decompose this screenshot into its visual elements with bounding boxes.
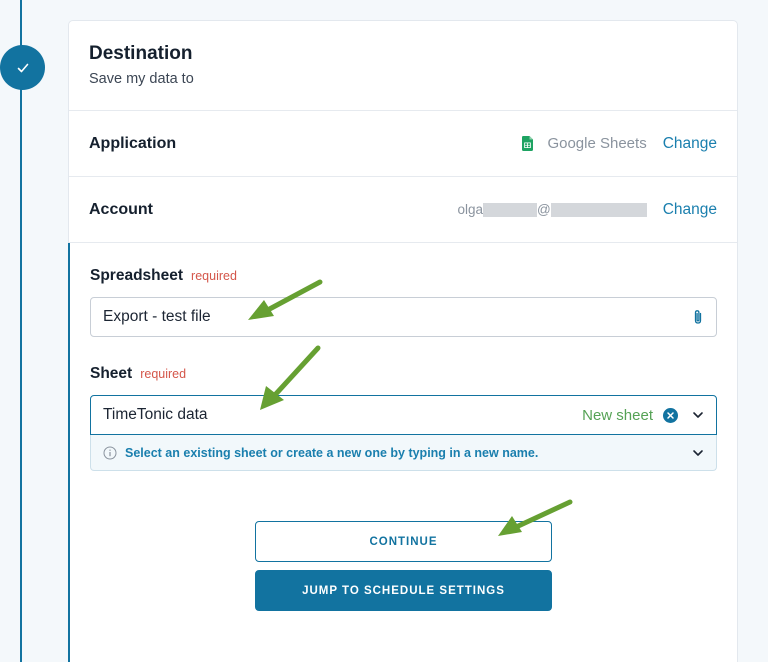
chevron-down-icon[interactable] [692,411,704,419]
redacted-block [550,202,647,217]
annotation-arrow-icon [248,279,323,320]
clear-icon[interactable] [663,407,678,423]
sheet-field-label: Sheet required [90,365,717,383]
account-email-at: @ [536,202,551,217]
account-email-prefix: olga [457,202,483,217]
spreadsheet-label: Spreadsheet [90,267,184,284]
application-name: Google Sheets [547,135,647,152]
paperclip-icon[interactable] [692,309,704,325]
change-account-link[interactable]: Change [663,201,717,219]
account-label: Account [89,200,153,218]
sheet-hint[interactable]: Select an existing sheet or create a new… [90,435,717,471]
sheet-hint-text: Select an existing sheet or create a new… [125,445,539,460]
step-complete-indicator [0,45,45,90]
account-email: olga @ [457,202,647,217]
new-sheet-tag: New sheet [582,406,653,424]
redacted-block [482,202,537,217]
spreadsheet-value: Export - test file [103,308,211,325]
change-application-link[interactable]: Change [663,135,717,153]
sheet-value: TimeTonic data [103,406,208,423]
active-section-indicator [68,243,70,662]
sheet-select[interactable]: TimeTonic data New sheet [90,395,717,435]
sheet-required-label: required [140,367,187,381]
destination-card: Destination Save my data to Application … [68,20,738,662]
timeline-line [20,0,22,662]
spreadsheet-input[interactable]: Export - test file [90,297,717,337]
annotation-arrow-icon [498,499,573,536]
check-icon [17,63,28,72]
application-row: Application Google Sheets Change [69,111,737,177]
jump-to-schedule-button[interactable]: JUMP TO SCHEDULE SETTINGS [255,570,552,611]
info-icon [103,446,117,459]
spreadsheet-required-label: required [191,269,237,283]
card-header: Destination Save my data to [69,21,737,111]
application-label: Application [89,134,177,152]
chevron-down-icon[interactable] [692,449,704,457]
annotation-arrow-icon [260,345,321,410]
page-title: Destination [89,43,193,64]
account-row: Account olga @ Change [69,177,737,243]
spreadsheet-field-label: Spreadsheet required [90,267,717,285]
destination-form: Spreadsheet required Export - test file … [68,243,737,662]
page-subtitle: Save my data to [89,71,194,87]
sheet-label: Sheet [90,365,133,382]
google-sheets-icon [522,136,534,151]
application-value: Google Sheets [522,135,647,152]
